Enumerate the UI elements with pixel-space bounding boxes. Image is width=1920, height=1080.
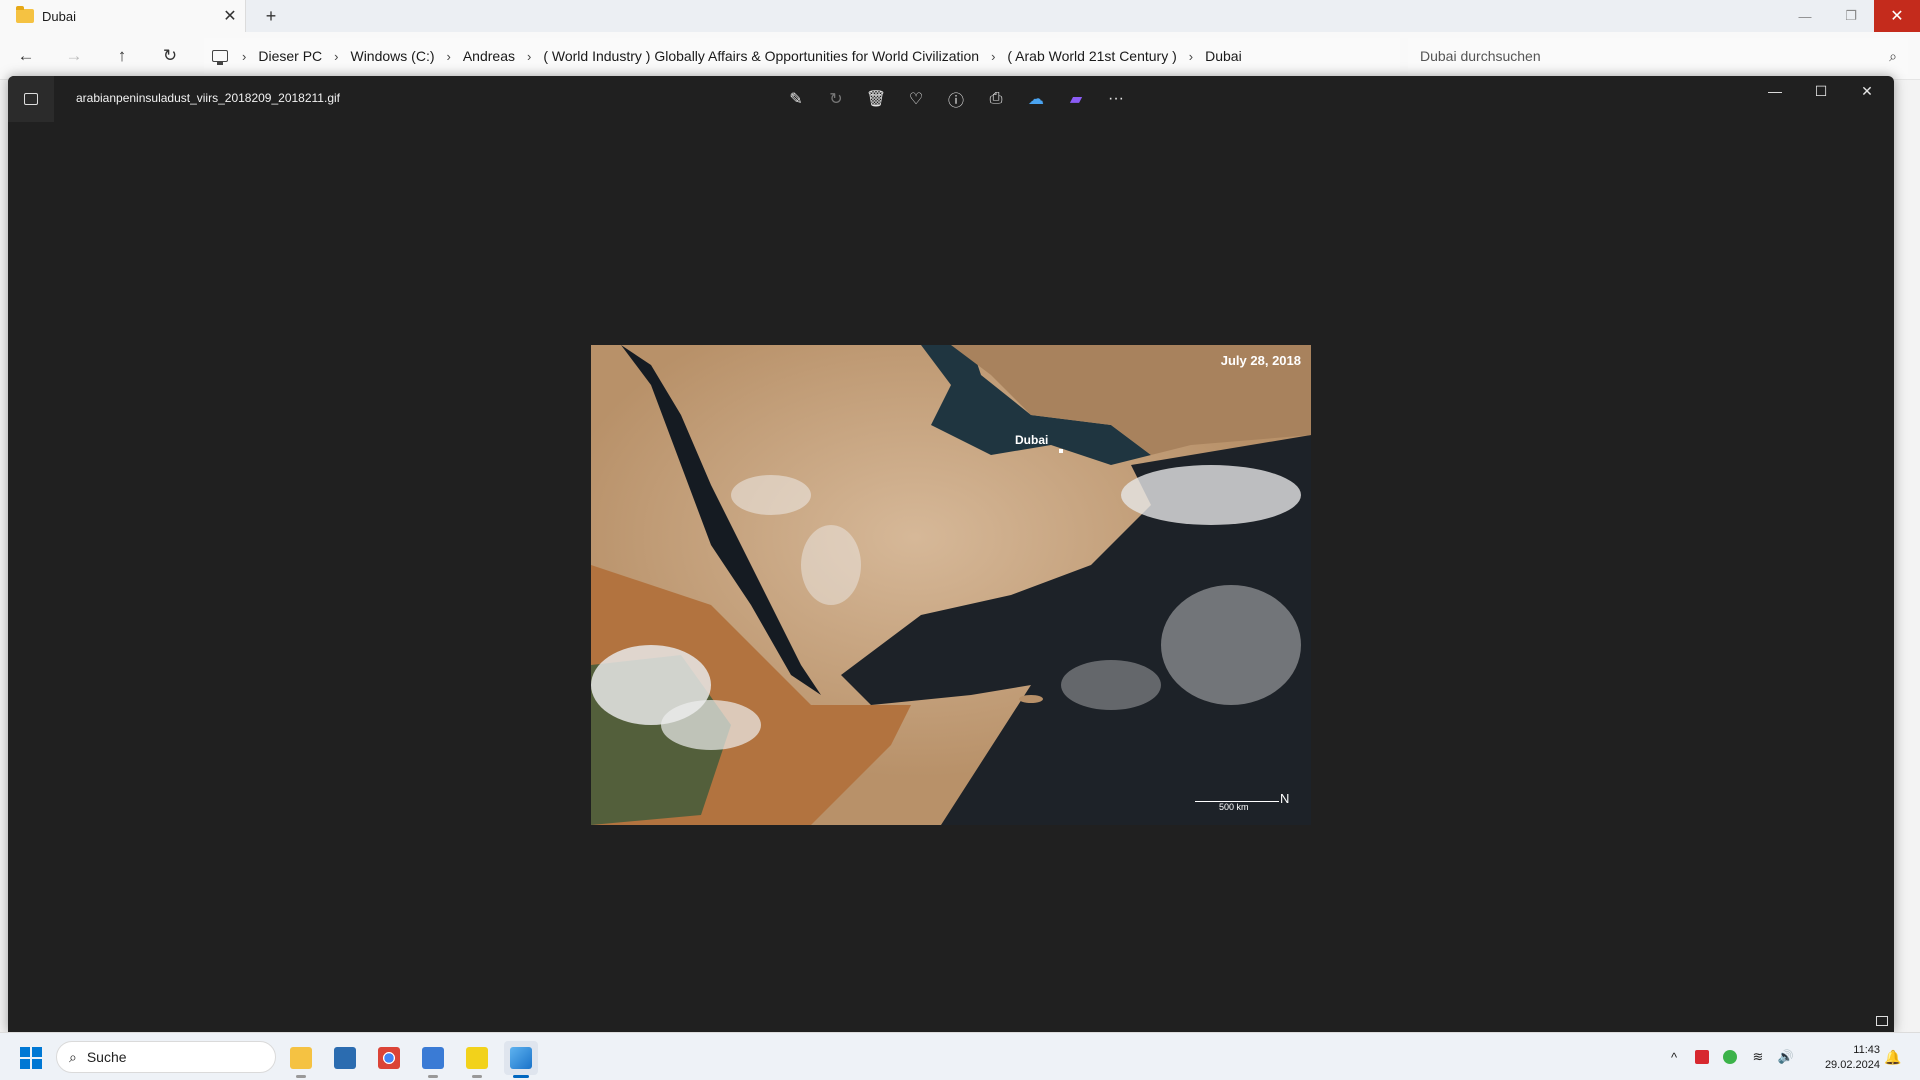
explorer-address-toolbar: ← → ↑ ↻ › Dieser PC › Windows (C:) › And…	[0, 32, 1920, 80]
delete-icon[interactable]: 🗑	[856, 84, 896, 114]
onedrive-cloud-icon[interactable]: ☁	[1016, 84, 1056, 114]
clock[interactable]: 11:43 29.02.2024	[1816, 1043, 1880, 1073]
new-tab-button[interactable]: +	[258, 4, 284, 28]
back-button[interactable]: ←	[10, 40, 42, 72]
volume-icon[interactable]: 🔊	[1772, 1043, 1800, 1071]
breadcrumb-separator[interactable]: ›	[985, 49, 1001, 64]
player-icon[interactable]	[460, 1041, 494, 1078]
viewer-window-controls: — ☐ ✕	[1752, 76, 1890, 106]
taskbar-search-label: Suche	[86, 1049, 127, 1065]
file-explorer-icon[interactable]	[284, 1041, 318, 1078]
satellite-image-drawing	[591, 345, 1311, 825]
restore-button[interactable]: ❐	[1828, 0, 1874, 32]
breadcrumb-separator[interactable]: ›	[441, 49, 457, 64]
satellite-image: July 28, 2018 Dubai 500 km N	[591, 345, 1311, 825]
refresh-button[interactable]: ↻	[154, 40, 186, 72]
breadcrumb-separator[interactable]: ›	[328, 49, 344, 64]
search-icon[interactable]: ⌕	[1878, 48, 1908, 65]
up-button[interactable]: ↑	[106, 40, 138, 72]
close-button[interactable]: ✕	[1874, 0, 1920, 32]
breadcrumb-separator[interactable]: ›	[236, 49, 252, 64]
wifi-icon[interactable]: ≋	[1744, 1043, 1772, 1071]
explorer-tab-strip: Dubai ✕ + — ❐ ✕	[0, 0, 1920, 32]
viewer-toolbar: ✎ ↻ 🗑 ♡ ⓘ ⎙ ☁ ▰ ···	[776, 84, 1136, 114]
microsoft-store-icon[interactable]	[328, 1041, 362, 1075]
computer-icon[interactable]	[212, 50, 228, 65]
breadcrumb-item[interactable]: Windows (C:)	[344, 48, 440, 64]
search-placeholder: Dubai durchsuchen	[1420, 48, 1541, 64]
image-date-label: July 28, 2018	[1220, 353, 1301, 368]
viewer-title-bar: arabianpeninsuladust_viirs_2018209_20182…	[8, 76, 1894, 122]
tab-close-icon[interactable]: ✕	[215, 6, 245, 26]
chrome-icon[interactable]	[372, 1041, 406, 1075]
notification-bell-icon[interactable]: 🔔	[1884, 1049, 1901, 1066]
security-shield-icon[interactable]	[1716, 1043, 1744, 1071]
more-options-icon[interactable]: ···	[1096, 84, 1136, 114]
taskbar: ⌕ Suche ^ ≋ 🔊 11:43 29.02.2024 🔔	[0, 1032, 1920, 1080]
breadcrumb-item[interactable]: Andreas	[457, 48, 521, 64]
breadcrumb-separator[interactable]: ›	[1183, 49, 1199, 64]
favorite-heart-icon[interactable]: ♡	[896, 84, 936, 114]
search-icon: ⌕	[69, 1048, 77, 1065]
print-icon[interactable]: ⎙	[976, 84, 1016, 114]
minimize-button[interactable]: —	[1782, 0, 1828, 32]
breadcrumb-item[interactable]: Dieser PC	[252, 48, 328, 64]
file-name: arabianpeninsuladust_viirs_2018209_20182…	[76, 91, 340, 105]
image-city-label: Dubai	[1015, 433, 1049, 447]
tray-chevron-icon[interactable]: ^	[1660, 1043, 1688, 1071]
breadcrumb-separator[interactable]: ›	[521, 49, 537, 64]
north-arrow-icon: N	[1280, 791, 1290, 806]
clipchamp-icon[interactable]: ▰	[1056, 84, 1096, 114]
taskbar-search-input[interactable]: ⌕ Suche	[56, 1041, 276, 1073]
breadcrumb[interactable]: › Dieser PC › Windows (C:) › Andreas › (…	[204, 38, 1400, 74]
photos-icon[interactable]	[504, 1041, 538, 1078]
clock-time: 11:43	[1853, 1044, 1880, 1056]
scale-bar-label: 500 km	[1219, 802, 1249, 812]
acrobat-tray-icon[interactable]	[1688, 1043, 1716, 1071]
tab-dubai[interactable]: Dubai ✕	[0, 0, 246, 32]
viewer-maximize-button[interactable]: ☐	[1798, 76, 1844, 106]
rotate-icon[interactable]: ↻	[816, 84, 856, 114]
clock-date: 29.02.2024	[1824, 1059, 1880, 1071]
breadcrumb-item-current[interactable]: Dubai	[1199, 48, 1248, 64]
viewer-close-button[interactable]: ✕	[1844, 76, 1890, 106]
breadcrumb-item[interactable]: ( World Industry ) Globally Affairs & Op…	[537, 48, 985, 64]
edit-image-icon[interactable]: ✎	[776, 84, 816, 114]
info-icon[interactable]: ⓘ	[936, 84, 976, 114]
photo-viewer-window: arabianpeninsuladust_viirs_2018209_20182…	[8, 76, 1894, 1032]
fit-window-icon[interactable]	[1876, 1016, 1888, 1026]
breadcrumb-item[interactable]: ( Arab World 21st Century )	[1001, 48, 1182, 64]
system-tray: ^ ≋ 🔊	[1660, 1033, 1800, 1080]
search-input[interactable]: Dubai durchsuchen ⌕	[1408, 38, 1908, 74]
tab-title: Dubai	[42, 8, 76, 24]
folder-icon	[16, 6, 34, 23]
viewer-minimize-button[interactable]: —	[1752, 76, 1798, 106]
explorer-window-controls: — ❐ ✕	[1782, 0, 1920, 32]
notepad-icon[interactable]	[416, 1041, 450, 1078]
windows-start-icon[interactable]	[20, 1047, 42, 1069]
photos-app-icon[interactable]	[8, 76, 54, 122]
city-marker	[1059, 449, 1063, 453]
forward-button[interactable]: →	[58, 40, 90, 72]
